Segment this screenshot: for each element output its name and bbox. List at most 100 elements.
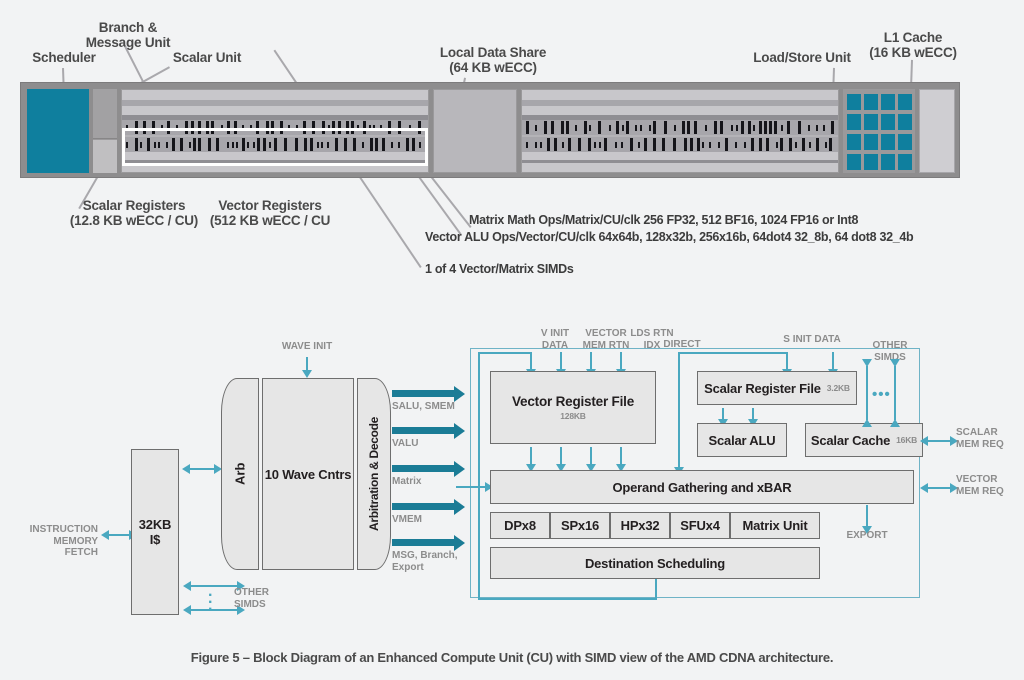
arb-block: Arb [221, 378, 259, 570]
callout-branch-message-unit: Branch & Message Unit [85, 20, 171, 50]
label-export: EXPORT [846, 530, 888, 541]
l1-cache-cell [881, 114, 895, 130]
destination-scheduling-block: Destination Scheduling [490, 547, 820, 579]
dp-unit-label: DPx8 [504, 518, 536, 533]
note-vector-alu-ops: Vector ALU Ops/Vector/CU/clk 64x64b, 128… [425, 230, 914, 244]
label-v-init-data: V INIT DATA [540, 328, 570, 351]
l1-cache-block [919, 89, 955, 173]
arrow-other-simds-right-b [891, 359, 900, 427]
l1-cache-cell [847, 114, 861, 130]
arbitration-decode-label: Arbitration & Decode [367, 417, 381, 532]
l1-cache-cell [881, 154, 895, 170]
sp-unit-label: SPx16 [560, 518, 600, 533]
arrow-vector-mem-rtn [557, 352, 566, 377]
callout-load-store-unit: Load/Store Unit [753, 50, 851, 65]
arrow-export [863, 505, 872, 534]
scalar-register-file-title: Scalar Register File [704, 380, 821, 396]
arrow-salu-smem [392, 385, 465, 402]
arrow-into-operand-gathering [456, 483, 493, 492]
label-instruction-memory-fetch: INSTRUCTION MEMORY FETCH [29, 524, 98, 558]
line-feedback-vertical [478, 352, 480, 600]
load-store-unit-block [843, 89, 915, 173]
l1-cache-cell [847, 134, 861, 150]
scalar-register-file-size: 3.2KB [826, 383, 850, 393]
destination-scheduling-title: Destination Scheduling [584, 555, 726, 571]
arrow-other-simds-left-top [183, 582, 245, 591]
vector-register-file-block: Vector Register File 128KB [490, 371, 656, 444]
matrix-unit-block: Matrix Unit [730, 512, 820, 539]
scalar-alu-title: Scalar ALU [708, 432, 776, 448]
arrow-srf-to-salu-1 [719, 408, 728, 427]
label-direct: DIRECT [663, 339, 701, 350]
arrow-valu [392, 422, 465, 439]
arrow-v-init-data [527, 352, 536, 377]
simd-lane-ticks [124, 121, 426, 134]
note-one-of-four-simds: 1 of 4 Vector/Matrix SIMDs [425, 262, 574, 276]
callout-l1-cache: L1 Cache (16 KB wECC) [869, 30, 957, 60]
arrow-scalar-mem-req [920, 437, 958, 446]
line-feedback-top [478, 352, 532, 354]
arrow-msg-branch-export [392, 534, 465, 551]
l1-cache-cell [847, 94, 861, 110]
simd-bank-left [121, 89, 429, 173]
other-simds-right-dots: ••• [872, 386, 891, 403]
scalar-cache-block: Scalar Cache 16KB [805, 423, 923, 457]
arbitration-decode-block: Arbitration & Decode [357, 378, 391, 570]
label-vector-mem-rtn: VECTOR MEM RTN [582, 328, 630, 351]
sp-unit-block: SPx16 [550, 512, 610, 539]
hp-unit-label: HPx32 [620, 518, 660, 533]
note-scalar-registers: Scalar Registers (12.8 KB wECC / CU) [69, 198, 199, 228]
label-s-init-data: S INIT DATA [783, 334, 841, 345]
l1-cache-cell [864, 134, 878, 150]
dp-unit-block: DPx8 [490, 512, 550, 539]
callout-scalar-unit: Scalar Unit [172, 50, 242, 65]
matrix-unit-label: Matrix Unit [742, 518, 808, 533]
vector-register-file-size: 128KB [560, 411, 586, 421]
scalar-cache-size: 16KB [896, 435, 918, 445]
figure-root: Scheduler Branch & Message Unit Scalar U… [0, 0, 1024, 680]
label-other-simds-left: OTHER SIMDS [234, 587, 269, 610]
label-wave-init: WAVE INIT [281, 341, 333, 352]
simd-bank-right [521, 89, 839, 173]
figure-caption: Figure 5 – Block Diagram of an Enhanced … [190, 650, 834, 665]
arrow-other-simds-left-bottom [183, 606, 245, 615]
wave-controllers-block: 10 Wave Cntrs [262, 378, 354, 570]
label-vector-mem-req: VECTOR MEM REQ [956, 474, 1004, 497]
scalar-register-file-block: Scalar Register File 3.2KB [697, 371, 857, 405]
arrow-lds-rtn-idx [587, 352, 596, 377]
l1-cache-cell [847, 154, 861, 170]
arrow-vmem [392, 498, 465, 515]
arrow-vector-mem-req [920, 484, 958, 493]
sfu-unit-block: SFUx4 [670, 512, 730, 539]
arrow-vrf-out-3 [587, 447, 596, 472]
l1-cache-cell [864, 94, 878, 110]
callout-scheduler: Scheduler [32, 50, 96, 65]
line-dest-sched-down [655, 579, 657, 599]
note-matrix-math-ops: Matrix Math Ops/Matrix/CU/clk 256 FP32, … [469, 213, 859, 227]
label-scalar-mem-req: SCALAR MEM REQ [956, 427, 1004, 450]
arrow-s-init-data [829, 352, 838, 377]
note-vector-registers: Vector Registers (512 KB wECC / CU [209, 198, 331, 228]
compute-unit-die [20, 82, 960, 178]
line-top-feed-srf [678, 352, 786, 354]
line-feedback-horizontal [478, 598, 657, 600]
arrow-vrf-out-4 [617, 447, 626, 472]
arrow-vrf-out-1 [527, 447, 536, 472]
operand-gathering-xbar-title: Operand Gathering and xBAR [612, 479, 792, 495]
arrow-vrf-out-2 [557, 447, 566, 472]
callout-local-data-share: Local Data Share (64 KB wECC) [439, 45, 547, 75]
l1-cache-cell [898, 94, 912, 110]
sfu-unit-label: SFUx4 [680, 518, 720, 533]
scalar-cache-title: Scalar Cache [810, 432, 891, 448]
branch-message-unit-block [93, 89, 117, 173]
instruction-cache-block: 32KB I$ [131, 449, 179, 615]
l1-cache-cell [881, 134, 895, 150]
l1-cache-cell [898, 114, 912, 130]
l1-cache-cell [881, 94, 895, 110]
operand-gathering-xbar-block: Operand Gathering and xBAR [490, 470, 914, 504]
instruction-cache-label: 32KB I$ [138, 517, 172, 547]
wave-controllers-label: 10 Wave Cntrs [264, 466, 352, 482]
scalar-alu-block: Scalar ALU [697, 423, 787, 457]
arrow-matrix [392, 460, 465, 477]
arrow-icache-to-arb [182, 465, 222, 474]
